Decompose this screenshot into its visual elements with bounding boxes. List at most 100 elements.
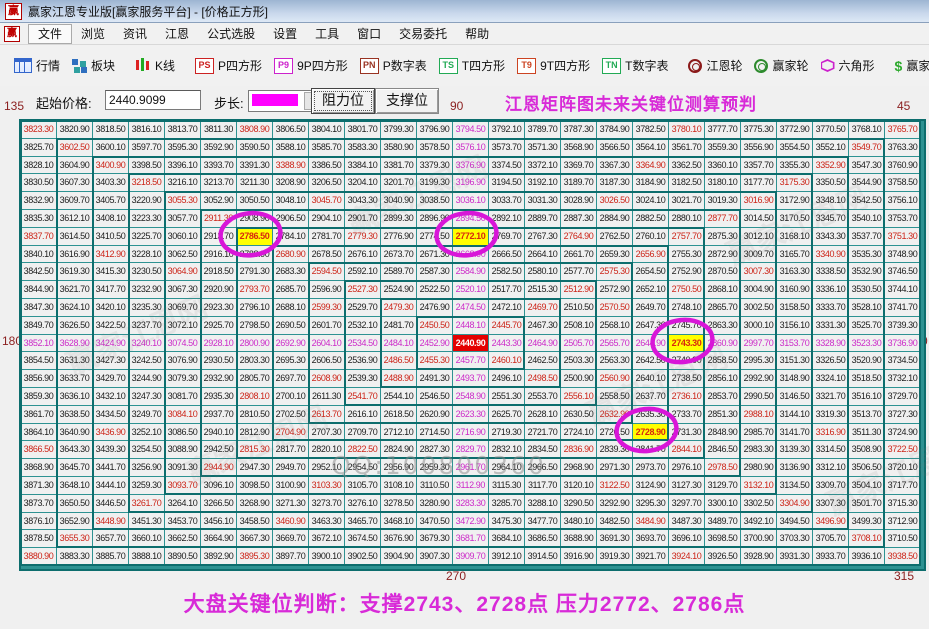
price-cell: 3249.70 [129, 406, 164, 423]
price-cell: 3196.90 [453, 174, 488, 191]
toolbar-button-板块[interactable]: 板块 [66, 57, 121, 74]
toolbar-button-T数字表[interactable]: TNT数字表 [596, 57, 674, 74]
sectors-icon [72, 59, 87, 73]
price-cell: 3043.30 [345, 192, 380, 209]
price-cell: 3009.70 [741, 246, 776, 263]
start-price-input[interactable] [105, 90, 201, 110]
toolbar-button-赢家服务[interactable]: $赢家服务 [889, 57, 929, 74]
price-cell: 3532.90 [849, 263, 884, 280]
price-cell: 3146.50 [777, 388, 812, 405]
menu-item-6[interactable]: 工具 [306, 25, 348, 43]
price-cell: 3184.90 [633, 174, 668, 191]
price-cell: 3832.90 [21, 192, 56, 209]
price-cell: 3621.70 [57, 281, 92, 298]
toolbar-button-P数字表[interactable]: PNP数字表 [354, 57, 433, 74]
menu-item-5[interactable]: 设置 [264, 25, 306, 43]
price-cell: 2882.50 [633, 210, 668, 227]
price-cell: 2889.70 [525, 210, 560, 227]
price-cell: 2930.50 [201, 352, 236, 369]
price-cell: 2450.50 [417, 317, 452, 334]
price-cell: 2935.30 [201, 388, 236, 405]
price-cell: 3624.10 [57, 299, 92, 316]
price-cell: 2868.10 [705, 281, 740, 298]
price-cell: 3055.30 [165, 192, 200, 209]
menu-item-3[interactable]: 江恩 [156, 25, 198, 43]
menu-item-8[interactable]: 交易委托 [390, 25, 456, 43]
price-cell: 3691.30 [597, 530, 632, 547]
price-cell: 3127.30 [669, 477, 704, 494]
price-cell: 2685.70 [273, 281, 308, 298]
price-cell: 2642.50 [633, 352, 668, 369]
price-cell: 3458.50 [237, 513, 272, 530]
price-cell: 3636.10 [57, 388, 92, 405]
price-cell: 2964.10 [489, 459, 524, 476]
price-cell: 2731.30 [669, 424, 704, 441]
price-cell: 3631.30 [57, 352, 92, 369]
toolbar-button-赢家轮[interactable]: 赢家轮 [748, 57, 814, 74]
price-cell: 3343.30 [813, 228, 848, 245]
price-cell: 2846.50 [705, 441, 740, 458]
price-cell: 2755.30 [669, 246, 704, 263]
price-cell: 2496.10 [489, 370, 524, 387]
price-cell: 2712.10 [381, 424, 416, 441]
price-cell: 3578.50 [417, 139, 452, 156]
price-cell: 2776.90 [381, 228, 416, 245]
price-cell: 3564.10 [633, 139, 668, 156]
price-cell: 2572.90 [597, 281, 632, 298]
quote-table-icon [14, 58, 32, 73]
price-cell: 2836.90 [561, 441, 596, 458]
price-cell: 3129.70 [705, 477, 740, 494]
toolbar-button-9T四方形[interactable]: T99T四方形 [511, 57, 596, 74]
price-cell: 3686.50 [525, 530, 560, 547]
toolbar-button-K线[interactable]: K线 [129, 57, 181, 74]
price-cell: 2716.90 [453, 424, 488, 441]
menu-item-7[interactable]: 窗口 [348, 25, 390, 43]
price-cell: 3302.50 [741, 495, 776, 512]
menu-item-4[interactable]: 公式选股 [198, 25, 264, 43]
price-cell: 3801.70 [345, 121, 380, 138]
price-cell: 2973.70 [633, 459, 668, 476]
toolbar-button-T四方形[interactable]: TST四方形 [433, 57, 511, 74]
toolbar-button-六角形[interactable]: 六角形 [815, 57, 881, 74]
toolbar-button-P四方形[interactable]: PSP四方形 [189, 57, 268, 74]
menu-item-1[interactable]: 浏览 [72, 25, 114, 43]
price-cell: 3398.50 [129, 157, 164, 174]
price-cell: 2870.50 [705, 263, 740, 280]
toolbar-button-行情[interactable]: 行情 [8, 57, 66, 74]
price-cell: 3340.90 [813, 246, 848, 263]
price-cell: 3667.30 [237, 530, 272, 547]
resistance-button[interactable]: 阻力位 [311, 88, 375, 114]
price-cell: 3811.30 [201, 121, 236, 138]
price-cell: 3424.90 [93, 335, 128, 352]
price-cell: 3792.10 [489, 121, 524, 138]
price-cell: 2779.30 [345, 228, 380, 245]
price-cell: 2745.70 [669, 317, 704, 334]
toolbar-label: K线 [155, 57, 175, 74]
support-button[interactable]: 支撑位 [375, 88, 439, 114]
price-cell: 3753.70 [885, 210, 920, 227]
price-cell: 3571.30 [525, 139, 560, 156]
price-cell: 3895.30 [237, 548, 272, 565]
price-cell: 2704.90 [273, 424, 308, 441]
toolbar: 行情板块 K线 PSP四方形P99P四方形PNP数字表TST四方形T99T四方形TN… [0, 45, 929, 87]
menu-item-9[interactable]: 帮助 [456, 25, 498, 43]
toolbar-button-江恩轮[interactable]: 江恩轮 [682, 57, 748, 74]
price-cell: 2865.70 [705, 299, 740, 316]
price-cell: 3278.50 [381, 495, 416, 512]
toolbar-button-9P四方形[interactable]: P99P四方形 [268, 57, 354, 74]
price-cell: 2877.70 [705, 210, 740, 227]
price-cell: 2580.10 [525, 263, 560, 280]
price-cell: 3808.90 [237, 121, 272, 138]
price-cell: 2887.30 [561, 210, 596, 227]
price-cell: 3595.30 [165, 139, 200, 156]
price-cell: 2714.50 [417, 424, 452, 441]
price-cell: 3715.30 [885, 495, 920, 512]
price-cell: 3504.10 [849, 477, 884, 494]
price-cell: 3676.90 [381, 530, 416, 547]
menu-item-0[interactable]: 文件 [28, 24, 72, 44]
menu-item-2[interactable]: 资讯 [114, 25, 156, 43]
price-cell: 3307.30 [813, 495, 848, 512]
price-cell: 3470.50 [417, 513, 452, 530]
price-cell: 2560.90 [597, 370, 632, 387]
price-cell: 2640.10 [633, 370, 668, 387]
